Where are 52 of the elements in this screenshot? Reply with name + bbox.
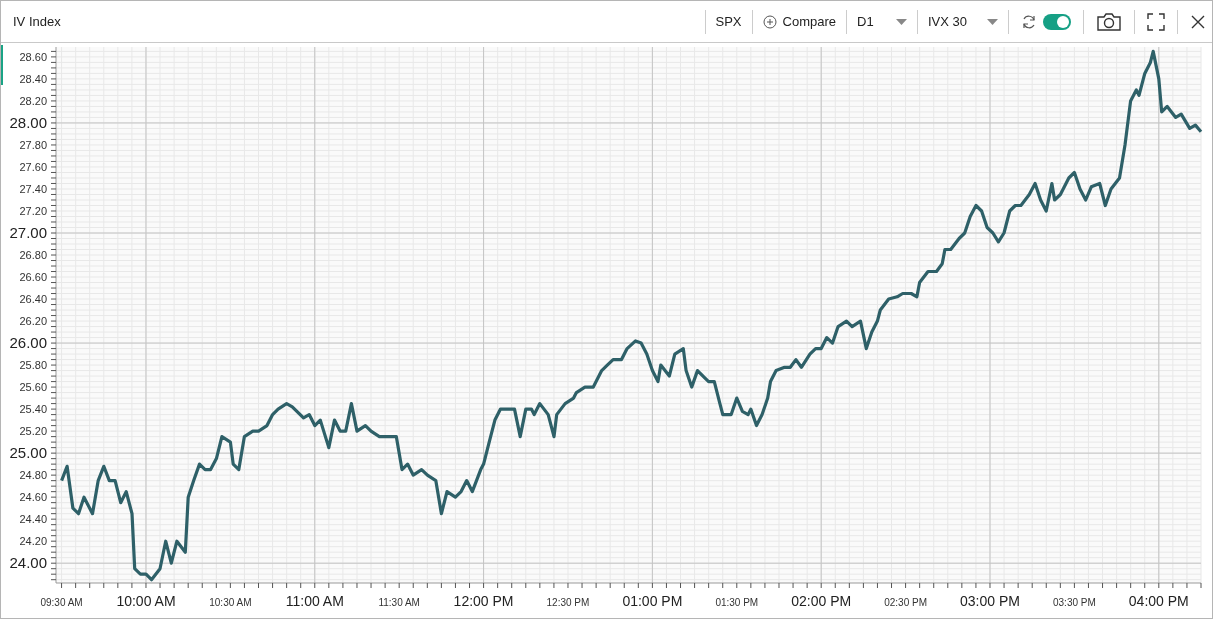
x-tick-label: 04:00 PM (1128, 593, 1189, 609)
y-tick-label: 26.60 (19, 271, 47, 284)
y-tick-label: 25.40 (19, 403, 47, 416)
y-tick-label: 25.00 (9, 444, 47, 462)
measure-dropdown[interactable]: IVX 30 (924, 7, 1002, 36)
y-tick-label: 24.80 (19, 469, 47, 482)
x-tick-label: 11:00 AM (285, 593, 344, 609)
y-tick-label: 27.80 (19, 138, 47, 151)
x-tick-label: 11:30 AM (378, 597, 420, 608)
y-tick-label: 26.40 (19, 293, 47, 306)
y-tick-label: 28.60 (19, 50, 47, 63)
y-tick-label: 25.80 (19, 359, 47, 372)
y-tick-label: 24.00 (9, 554, 47, 572)
x-tick-label: 12:30 PM (546, 597, 590, 608)
x-tick-label: 01:00 PM (622, 593, 683, 609)
auto-refresh-toggle[interactable] (1043, 13, 1071, 30)
y-tick-label: 25.20 (19, 425, 47, 438)
x-tick-label: 09:30 AM (40, 597, 83, 608)
y-tick-label: 24.40 (19, 513, 47, 526)
plus-circle-icon (762, 14, 777, 29)
fullscreen-icon[interactable] (1147, 12, 1165, 31)
y-tick-label: 28.40 (19, 72, 47, 85)
x-tick-label: 10:00 AM (116, 593, 176, 609)
x-tick-label: 03:00 PM (960, 593, 1020, 609)
y-tick-label: 25.60 (19, 381, 47, 394)
y-tick-label: 27.00 (9, 224, 47, 241)
camera-icon[interactable] (1096, 11, 1122, 32)
y-tick-label: 28.00 (9, 113, 47, 131)
x-tick-label: 03:30 PM (1053, 597, 1096, 608)
compare-button[interactable]: Compare (758, 7, 840, 36)
x-tick-label: 02:00 PM (791, 593, 852, 609)
y-tick-label: 26.20 (19, 315, 47, 328)
y-tick-label: 24.20 (19, 535, 47, 548)
y-tick-label: 24.60 (19, 491, 47, 504)
x-tick-label: 01:30 PM (715, 597, 759, 608)
x-tick-label: 10:30 AM (209, 597, 252, 608)
window-title: IV Index (13, 14, 61, 29)
caret-icon (896, 18, 907, 25)
y-tick-label: 28.20 (19, 94, 47, 107)
symbol-button[interactable]: SPX (711, 7, 746, 36)
y-tick-label: 26.00 (9, 334, 47, 352)
x-tick-label: 12:00 PM (453, 593, 514, 609)
y-tick-label: 26.80 (19, 249, 47, 261)
y-tick-label: 27.40 (19, 183, 47, 195)
period-dropdown[interactable]: D1 (853, 7, 911, 36)
accent-bar (1, 45, 3, 85)
y-tick-label: 27.60 (19, 160, 47, 173)
refresh-icon[interactable] (1021, 13, 1037, 30)
y-tick-label: 27.20 (19, 205, 47, 217)
x-tick-label: 02:30 PM (884, 597, 927, 608)
close-icon[interactable] (1190, 13, 1206, 30)
caret-icon (987, 18, 998, 25)
